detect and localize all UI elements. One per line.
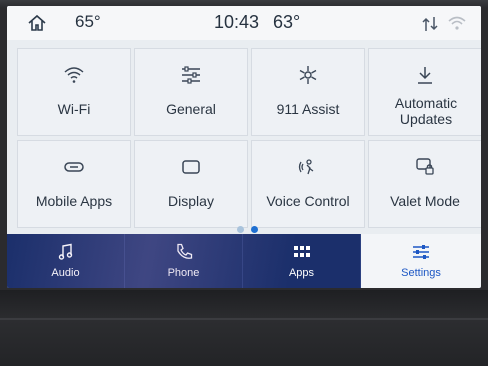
tile-label: General <box>166 101 216 117</box>
outside-temperature: 65° <box>75 12 101 31</box>
tile-label: Automatic Updates <box>394 95 458 127</box>
tile-wifi[interactable]: Wi-Fi <box>17 48 131 136</box>
display-icon <box>182 160 200 174</box>
assist-icon <box>299 66 317 84</box>
cabin-temperature: 63° <box>273 12 301 32</box>
tile-general[interactable]: General <box>134 48 248 136</box>
tile-display[interactable]: Display <box>134 140 248 228</box>
tile-automatic-updates[interactable]: Automatic Updates <box>368 48 481 136</box>
nav-label: Apps <box>288 267 315 279</box>
nav-settings[interactable]: Settings <box>361 234 481 288</box>
bezel-bottom <box>0 290 488 366</box>
nav-label: Settings <box>401 267 441 279</box>
signal-icon <box>422 17 438 31</box>
tile-mobile-apps[interactable]: Mobile Apps <box>17 140 131 228</box>
tile-label: Voice Control <box>266 193 350 209</box>
page-dot-1[interactable] <box>237 226 244 233</box>
voice-icon <box>298 159 314 175</box>
infotainment-screen: 65° 10:43 63° Wi-Fi General 911 Assist A… <box>7 6 481 288</box>
music-note-icon <box>58 243 72 260</box>
nav-phone[interactable]: Phone <box>125 234 243 288</box>
page-dot-2-active[interactable] <box>251 226 258 233</box>
phone-icon <box>176 243 192 259</box>
nav-label: Audio <box>51 267 80 279</box>
valet-lock-icon <box>416 158 434 175</box>
sliders-icon <box>413 245 429 259</box>
tile-valet-mode[interactable]: Valet Mode <box>368 140 481 228</box>
status-bar: 65° 10:43 63° <box>7 6 481 40</box>
tile-voice-control[interactable]: Voice Control <box>251 140 365 228</box>
tile-911-assist[interactable]: 911 Assist <box>251 48 365 136</box>
wifi-icon <box>64 67 84 83</box>
sliders-icon <box>182 66 200 84</box>
tile-label: Wi-Fi <box>57 101 91 117</box>
bottom-nav-bar: Audio Phone Apps Settings <box>7 234 481 288</box>
dashboard-trim-line <box>0 318 488 320</box>
settings-grid: Wi-Fi General 911 Assist Automatic Updat… <box>7 40 481 233</box>
tile-label: Mobile Apps <box>35 193 113 209</box>
tile-label: 911 Assist <box>276 101 340 117</box>
home-icon[interactable] <box>27 13 47 33</box>
nav-audio[interactable]: Audio <box>7 234 125 288</box>
tile-label: Valet Mode <box>390 193 460 209</box>
download-icon <box>418 67 432 84</box>
wifi-status-icon <box>448 16 466 30</box>
page-indicator <box>7 226 481 234</box>
tile-label: Display <box>168 193 214 209</box>
link-icon <box>64 162 84 172</box>
nav-apps[interactable]: Apps <box>243 234 361 288</box>
nav-label: Phone <box>167 267 200 279</box>
clock: 10:43 <box>214 12 260 32</box>
apps-grid-icon <box>293 246 310 257</box>
